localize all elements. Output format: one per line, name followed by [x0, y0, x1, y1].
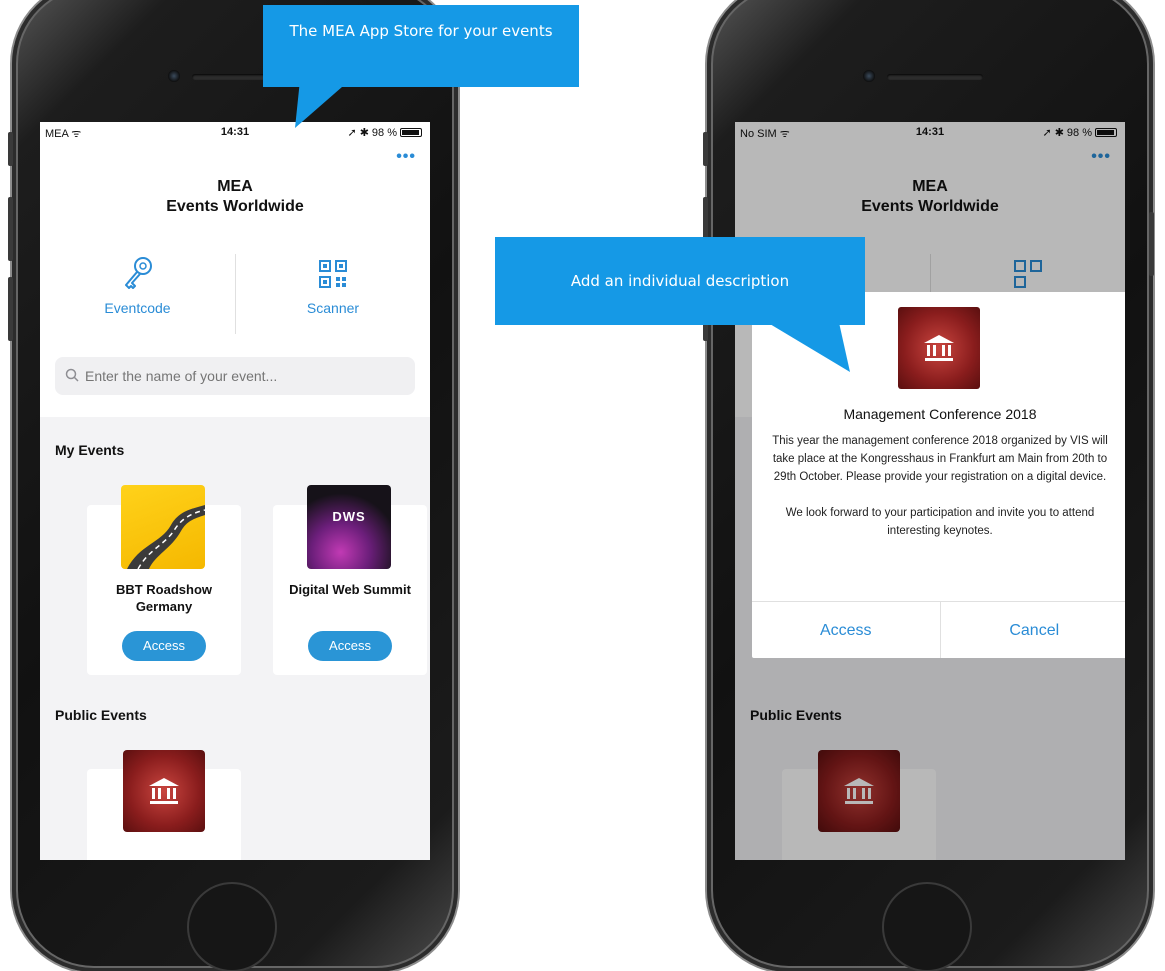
public-event-card[interactable] — [87, 750, 241, 860]
callout-tail — [295, 80, 350, 128]
callout-app-store: The MEA App Store for your events — [263, 5, 579, 87]
app-title-line1: MEA — [217, 178, 253, 195]
status-bar: MEA ᯤ 14:31 ➚ ✱ 98 % — [40, 122, 430, 144]
earpiece-speaker — [887, 74, 983, 80]
scanner-label: Scanner — [306, 300, 360, 316]
search-icon — [65, 368, 79, 385]
qr-code-icon — [236, 254, 430, 294]
my-events-heading: My Events — [55, 442, 125, 458]
front-camera — [863, 70, 875, 82]
app-title-line2: Events Worldwide — [166, 198, 304, 215]
left-phone-frame: MEA ᯤ 14:31 ➚ ✱ 98 % ••• MEA Events Worl… — [8, 0, 458, 971]
callout-description: Add an individual description — [495, 237, 865, 325]
dialog-title: Management Conference 2018 — [843, 406, 1037, 422]
public-events-heading: Public Events — [55, 707, 147, 723]
right-phone-frame: No SIM ᯤ 14:31 ➚ ✱ 98 % ••• MEA Events W… — [703, 0, 1154, 971]
left-screen: MEA ᯤ 14:31 ➚ ✱ 98 % ••• MEA Events Worl… — [40, 122, 430, 860]
dialog-description: This year the management conference 2018… — [772, 435, 1108, 537]
dialog-buttons: Access Cancel — [752, 601, 1125, 658]
dws-image: DWS — [307, 485, 391, 569]
mute-switch — [8, 132, 13, 166]
road-image — [121, 485, 205, 569]
volume-down-button — [8, 277, 13, 341]
event-card-dws[interactable]: DWS Digital Web Summit Access — [273, 485, 427, 675]
front-camera — [168, 70, 180, 82]
battery-percent: 98 % — [371, 126, 397, 139]
event-search-bar[interactable] — [55, 357, 415, 395]
search-input[interactable] — [85, 368, 385, 384]
event-name: BBT Roadshow Germany — [115, 582, 213, 614]
event-name: Digital Web Summit — [289, 582, 411, 597]
right-screen: No SIM ᯤ 14:31 ➚ ✱ 98 % ••• MEA Events W… — [735, 122, 1125, 860]
access-button[interactable]: Access — [308, 631, 392, 661]
bluetooth-icon: ✱ — [359, 127, 369, 139]
key-icon — [40, 254, 235, 294]
power-button — [1149, 212, 1154, 276]
battery-icon — [400, 128, 422, 137]
bank-building-icon — [123, 750, 205, 832]
access-button[interactable]: Access — [752, 602, 940, 658]
eventcode-button[interactable]: Eventcode — [40, 254, 235, 334]
mute-switch — [703, 132, 708, 166]
home-button[interactable] — [187, 882, 277, 971]
scanner-button[interactable]: Scanner — [235, 254, 430, 334]
dws-logo-text: DWS — [332, 509, 366, 524]
event-card-bbt[interactable]: BBT Roadshow Germany Access — [87, 485, 241, 675]
cancel-button[interactable]: Cancel — [939, 602, 1126, 658]
eventcode-label: Eventcode — [104, 300, 171, 316]
app-title: MEA Events Worldwide — [40, 177, 430, 217]
home-button[interactable] — [882, 882, 972, 971]
volume-up-button — [8, 197, 13, 261]
action-row: Eventcode Scanner — [40, 254, 430, 334]
access-button[interactable]: Access — [122, 631, 206, 661]
more-dots-icon[interactable]: ••• — [396, 148, 416, 166]
callout-tail — [760, 318, 850, 372]
bank-building-icon — [898, 307, 980, 389]
